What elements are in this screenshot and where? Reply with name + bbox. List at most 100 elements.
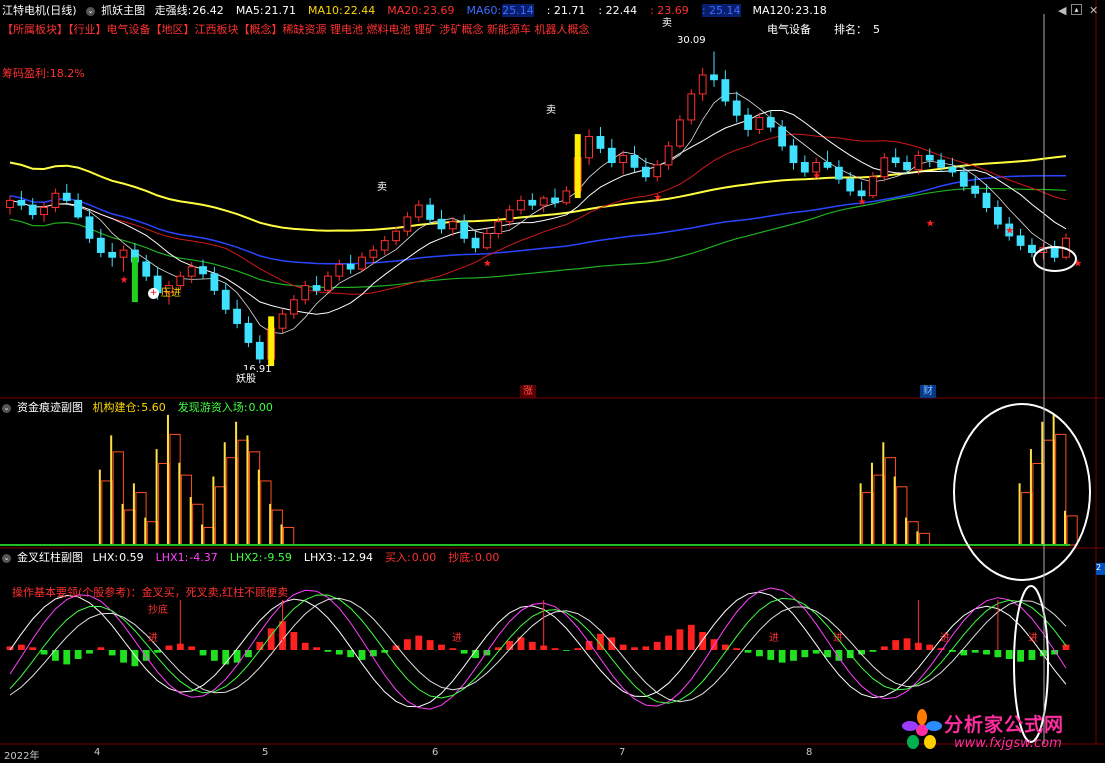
- indicator-name[interactable]: 抓妖主图: [101, 4, 145, 17]
- candle-body: [255, 341, 264, 360]
- hist-bar: [869, 650, 877, 652]
- star-marker: ★: [653, 192, 662, 203]
- candle-body: [278, 313, 287, 329]
- candle-body: [630, 154, 639, 168]
- header-ma-label: MA60:: [466, 4, 502, 17]
- candle-body: [607, 147, 616, 164]
- header-ma-label: MA20:: [387, 4, 422, 17]
- indicator-menu-icon[interactable]: ⌄: [86, 6, 96, 16]
- candle-body: [210, 273, 219, 291]
- candle-body: [766, 117, 775, 128]
- hist-bar: [290, 632, 298, 650]
- sub2-item: 买入:0.00: [385, 551, 442, 564]
- candle-body: [324, 275, 332, 291]
- candle-body: [880, 157, 889, 178]
- fund-box: [1066, 515, 1078, 546]
- jin-marker: 进: [452, 633, 462, 644]
- candle-body: [687, 93, 696, 121]
- sub1-item: 机构建仓:5.60: [93, 401, 172, 414]
- candle-body: [778, 126, 787, 147]
- sub1-value: 0.00: [248, 401, 273, 414]
- cai-tag[interactable]: 财: [920, 385, 936, 398]
- candle-body: [925, 154, 934, 161]
- candle-body: [244, 322, 253, 343]
- sub2-values: LHX:0.59 LHX1:-4.37 LHX2:-9.59 LHX3:-12.94 买…: [93, 551, 512, 564]
- candle-body: [528, 199, 537, 206]
- header-ma-value: 25.14: [502, 4, 534, 17]
- main-header: 江特电机(日线) ⌄ 抓妖主图 走强线:26.42 MA5:21.71 MA10:22…: [2, 3, 845, 19]
- candle-body: [891, 157, 900, 164]
- sub2-item: LHX2:-9.59: [230, 551, 298, 564]
- candle-body: [993, 207, 1002, 225]
- candle-body: [358, 256, 366, 270]
- hist-bar: [404, 639, 411, 650]
- header-ma-item: MA120:23.18: [753, 4, 833, 17]
- yao-gu-label: 妖股: [236, 370, 256, 385]
- hist-bar: [301, 642, 309, 650]
- xaxis-label: 5: [262, 747, 269, 758]
- candle-body: [596, 136, 605, 149]
- hist-bar: [631, 647, 638, 650]
- sub2-value: 0.00: [474, 551, 500, 564]
- close-icon[interactable]: ✕: [1089, 4, 1098, 17]
- hist-bar: [642, 646, 650, 650]
- candle-body: [857, 190, 866, 197]
- sub1-menu-icon[interactable]: ⌄: [2, 403, 11, 413]
- candle-body: [426, 204, 435, 220]
- hist-bar: [17, 644, 25, 650]
- candle-body: [312, 285, 321, 291]
- sub2-item: LHX1:-4.37: [156, 551, 224, 564]
- xaxis-label: 6: [432, 747, 439, 758]
- sub2-menu-icon[interactable]: ⌄: [2, 553, 11, 563]
- prev-icon[interactable]: ◀: [1058, 4, 1066, 17]
- candle-body: [494, 221, 503, 235]
- sub2-title[interactable]: 金叉红柱副图: [17, 551, 83, 564]
- hist-bar: [892, 640, 900, 650]
- expand-icon[interactable]: ▴: [1071, 4, 1082, 15]
- xaxis-label: 7: [619, 747, 626, 758]
- hist-bar: [1028, 650, 1036, 660]
- sub2-value: -12.94: [337, 551, 373, 564]
- candle-body: [108, 251, 117, 258]
- hist-bar: [880, 646, 888, 650]
- watermark-title: 分析家公式网: [944, 714, 1065, 736]
- candle-body: [789, 145, 798, 164]
- candle-body: [721, 79, 730, 102]
- candle-body: [403, 216, 412, 232]
- hist-bar: [97, 647, 105, 650]
- candle-body: [517, 199, 525, 211]
- hist-bar: [801, 650, 809, 658]
- candle-body: [937, 159, 946, 168]
- header-ma-item: : 22.44: [597, 4, 643, 17]
- candle-body: [335, 263, 344, 277]
- sub2-header: ⌄ 金叉红柱副图 LHX:0.59 LHX1:-4.37 LHX2:-9.59 LHX3…: [2, 550, 517, 566]
- star-marker: ★: [483, 259, 492, 270]
- sub1-title[interactable]: 资金痕迹副图: [17, 401, 83, 414]
- hist-bar: [983, 650, 990, 655]
- hist-bar: [449, 648, 457, 650]
- header-ma-label: MA120:: [752, 4, 795, 17]
- sell-marker: 卖: [662, 18, 672, 29]
- hist-bar: [108, 650, 116, 656]
- watermark-logo: [902, 709, 942, 749]
- ya-jin-text: 压进: [161, 288, 181, 299]
- hist-bar: [733, 648, 741, 650]
- zhang-tag[interactable]: 涨: [520, 385, 536, 398]
- sub2-label: 买入:: [384, 551, 411, 564]
- candle-body: [6, 199, 14, 208]
- hist-bar: [199, 650, 207, 656]
- hist-bar: [744, 650, 752, 653]
- sub2-item: LHX:0.59: [93, 551, 150, 564]
- stock-name[interactable]: 江特电机(日线): [2, 4, 77, 17]
- xaxis-label: 2022年: [4, 751, 40, 762]
- hist-bar: [369, 650, 377, 657]
- header-ma-label: MA10:: [308, 4, 343, 17]
- hist-bar: [426, 640, 434, 650]
- header-ma-value: 22.44: [343, 4, 376, 17]
- hist-bar: [778, 650, 786, 663]
- header-ma-item: 走强线:26.42: [155, 4, 230, 17]
- candle-body: [1028, 244, 1036, 253]
- candle-body: [380, 240, 389, 251]
- high-price-label: 30.09: [677, 35, 706, 46]
- candle-body: [28, 204, 37, 216]
